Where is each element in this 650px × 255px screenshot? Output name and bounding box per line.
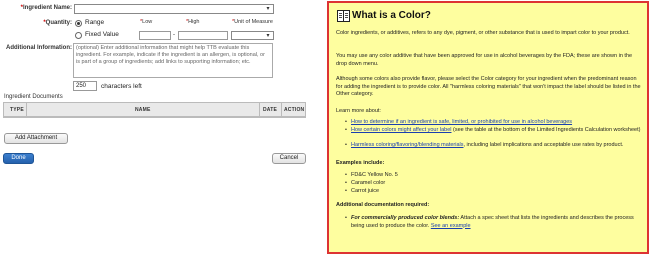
list-item: How certain colors might affect your lab… xyxy=(345,127,641,135)
add-attachment-button[interactable]: Add Attachment xyxy=(4,133,68,144)
high-label: *High xyxy=(186,19,200,25)
ingredient-documents-heading: Ingredient Documents xyxy=(4,94,63,100)
list-item: How to determine if an ingredient is saf… xyxy=(345,119,636,127)
harmless-materials-link[interactable]: Harmless coloring/flavoring/blending mat… xyxy=(351,142,464,148)
range-radio-label[interactable]: Range xyxy=(85,19,104,26)
chevron-down-icon: ▾ xyxy=(266,6,270,12)
table-header-date: Date xyxy=(263,107,278,113)
examples-heading: Examples include: xyxy=(336,160,385,166)
range-dash: - xyxy=(173,32,175,38)
additional-docs-heading: Additional documentation required: xyxy=(336,202,430,208)
table-header-type: Type xyxy=(10,107,24,113)
fixed-value-radio-label[interactable]: Fixed Value xyxy=(85,31,119,38)
chars-left-label: characters left xyxy=(101,83,142,90)
unit-of-measure-select[interactable]: ▾ xyxy=(231,31,274,40)
high-input[interactable] xyxy=(178,31,228,40)
fixed-value-radio[interactable] xyxy=(75,32,82,39)
range-radio[interactable] xyxy=(75,20,82,27)
panel-paragraph-2: You may use any color additive that have… xyxy=(336,53,633,67)
list-item: Carrot juice xyxy=(345,188,379,196)
table-header-name: Name xyxy=(135,107,151,113)
panel-paragraph-1: Color ingredients, or additives, refers … xyxy=(336,30,630,36)
panel-title: What is a Color? xyxy=(352,10,431,21)
additional-info-label: Additional Information: xyxy=(6,45,72,51)
learn-more-label: Learn more about: xyxy=(336,108,381,114)
safe-limited-prohibited-link[interactable]: How to determine if an ingredient is saf… xyxy=(351,119,572,125)
char-count-field: 250 xyxy=(73,81,97,91)
low-label: *Low xyxy=(140,19,153,25)
low-input[interactable] xyxy=(139,31,171,40)
unit-of-measure-label: *Unit of Measure xyxy=(232,19,273,25)
panel-paragraph-3: Although some colors also provide flavor… xyxy=(336,76,641,97)
ingredient-name-label: *Ingredient Name: xyxy=(20,5,72,11)
cancel-button[interactable]: Cancel xyxy=(272,153,306,164)
book-icon xyxy=(337,10,350,22)
chevron-down-icon: ▾ xyxy=(266,33,270,39)
table-header-action: Action xyxy=(284,107,305,113)
quantity-label: *Quantity: xyxy=(43,20,72,26)
see-an-example-link[interactable]: See an example xyxy=(431,223,471,229)
help-panel: What is a Color? Color ingredients, or a… xyxy=(327,1,649,254)
ingredient-documents-table: Type Name Date Action xyxy=(3,102,306,118)
list-item: Caramel color xyxy=(345,180,385,188)
list-item: FD&C Yellow No. 5 xyxy=(345,172,398,180)
ingredient-name-select[interactable]: ▾ xyxy=(74,4,274,14)
table-header: Type Name Date Action xyxy=(4,103,305,117)
list-item: Harmless coloring/flavoring/blending mat… xyxy=(345,142,641,150)
colors-affect-label-link[interactable]: How certain colors might affect your lab… xyxy=(351,127,451,133)
list-item: For commercially produced color blends: … xyxy=(345,215,636,230)
additional-info-textarea[interactable]: (optional) Enter additional information … xyxy=(73,43,273,78)
done-button[interactable]: Done xyxy=(3,153,34,164)
